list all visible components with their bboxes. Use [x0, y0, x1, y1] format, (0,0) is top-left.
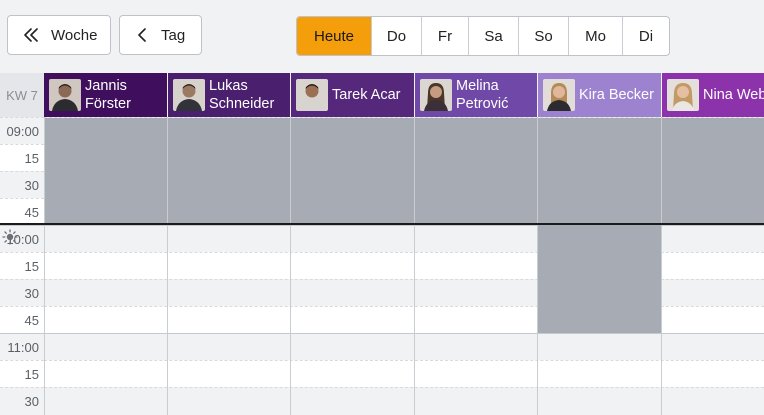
avatar — [49, 79, 81, 111]
unavailable-block — [44, 118, 764, 224]
calendar-app: Woche Tag Heute Do Fr Sa So Mo Di KW 7 J… — [0, 0, 764, 415]
staff-name: Tarek Acar — [332, 87, 401, 103]
segment-monday[interactable]: Mo — [568, 17, 622, 55]
segment-friday[interactable]: Fr — [421, 17, 468, 55]
staff-name: Nina Weber — [703, 87, 764, 103]
unavailable-block — [538, 225, 661, 333]
double-chevron-left-icon — [23, 28, 39, 42]
time-label: 30 — [0, 387, 44, 414]
time-label: 30 — [0, 171, 44, 198]
slot-row — [44, 360, 764, 387]
staff-header-nina[interactable]: Nina Weber — [662, 73, 764, 117]
staff-header-kira[interactable]: Kira Becker — [538, 73, 661, 117]
time-label: 45 — [0, 306, 44, 333]
staff-header-lukas[interactable]: Lukas Schneider — [168, 73, 290, 117]
avatar — [296, 79, 328, 111]
column-divider — [661, 117, 662, 415]
column-divider — [44, 117, 45, 415]
staff-name: Kira Becker — [579, 87, 654, 103]
avatar — [173, 79, 205, 111]
staff-first-name: Lukas — [209, 78, 248, 94]
staff-first-name: Jannis — [85, 78, 127, 94]
time-label: 11:00 — [0, 333, 44, 360]
previous-day-label: Tag — [161, 26, 186, 44]
segment-sunday[interactable]: So — [518, 17, 568, 55]
staff-header-melina[interactable]: Melina Petrović — [415, 73, 537, 117]
time-label: 45 — [0, 198, 44, 225]
staff-last-name: Petrović — [456, 96, 509, 112]
avatar — [543, 79, 575, 111]
segment-saturday[interactable]: Sa — [468, 17, 518, 55]
staff-header-jannis[interactable]: Jannis Förster — [44, 73, 167, 117]
segment-thursday[interactable]: Do — [371, 17, 421, 55]
slot-row — [44, 387, 764, 414]
column-divider — [167, 117, 168, 415]
segment-tuesday[interactable]: Di — [622, 17, 669, 55]
previous-week-label: Woche — [51, 26, 98, 44]
avatar — [667, 79, 699, 111]
staff-first-name: Melina — [456, 78, 499, 94]
day-selector: Heute Do Fr Sa So Mo Di — [296, 16, 670, 56]
time-label: 30 — [0, 279, 44, 306]
segment-today[interactable]: Heute — [297, 17, 371, 55]
staff-last-name: Förster — [85, 96, 131, 112]
time-label: 15 — [0, 252, 44, 279]
current-time-line — [0, 223, 764, 225]
sun-icon — [2, 229, 18, 245]
column-divider — [414, 117, 415, 415]
staff-header-tarek[interactable]: Tarek Acar — [291, 73, 414, 117]
time-label: 15 — [0, 360, 44, 387]
previous-day-button[interactable]: Tag — [119, 15, 202, 55]
previous-week-button[interactable]: Woche — [7, 15, 111, 55]
avatar — [420, 79, 452, 111]
time-label: 09:00 — [0, 117, 44, 144]
week-number: KW 7 — [0, 73, 44, 117]
time-label: 15 — [0, 144, 44, 171]
staff-last-name: Schneider — [209, 96, 275, 112]
chevron-left-icon — [137, 28, 147, 42]
column-divider — [537, 117, 538, 415]
column-divider — [290, 117, 291, 415]
slot-row — [44, 333, 764, 360]
